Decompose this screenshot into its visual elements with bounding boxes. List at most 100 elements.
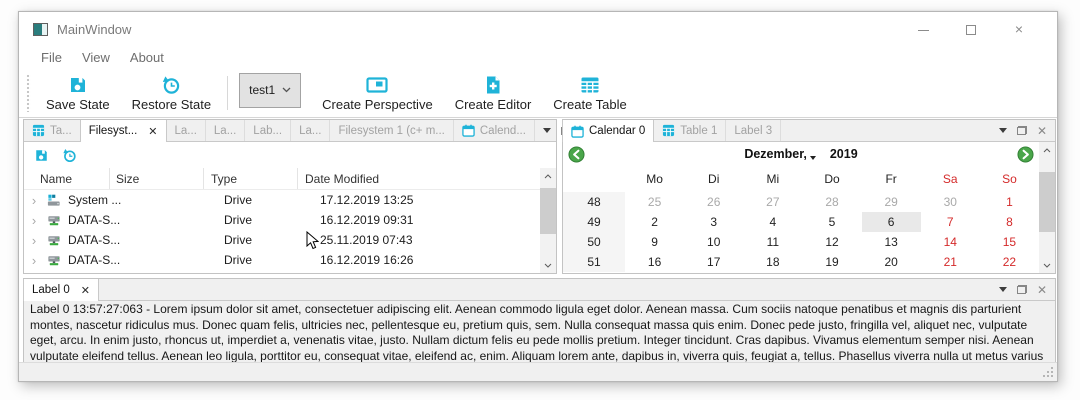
float-icon[interactable]: [1017, 126, 1027, 135]
next-month-icon[interactable]: [1017, 146, 1034, 163]
calendar-day[interactable]: 20: [862, 252, 921, 272]
scroll-up-icon[interactable]: [1039, 142, 1055, 158]
tree-row-system-drive[interactable]: › System ... Drive 17.12.2019 13:25: [24, 190, 540, 210]
calendar-day[interactable]: 8: [980, 212, 1039, 232]
tab-label-4[interactable]: La...: [291, 120, 330, 141]
day-header: Sa: [921, 166, 980, 192]
save-icon[interactable]: [34, 148, 49, 163]
title-bar[interactable]: MainWindow ×: [19, 12, 1057, 46]
create-perspective-button[interactable]: Create Perspective: [311, 73, 444, 114]
calendar-day[interactable]: 12: [802, 232, 861, 252]
calendar-day[interactable]: 5: [802, 212, 861, 232]
tab-close-icon[interactable]: ✕: [148, 125, 157, 138]
tab-label-3[interactable]: Lab...: [245, 120, 291, 141]
restore-state-button[interactable]: Restore State: [121, 73, 223, 114]
calendar-day[interactable]: 4: [743, 212, 802, 232]
year-button[interactable]: 2019: [830, 147, 858, 161]
expander-icon[interactable]: ›: [28, 194, 40, 207]
calendar-day[interactable]: 11: [743, 232, 802, 252]
tab-calendar[interactable]: Calend...: [454, 120, 535, 141]
tab-calendar-0[interactable]: Calendar 0: [563, 120, 654, 142]
calendar-day[interactable]: 30: [921, 192, 980, 212]
tab-menu-icon[interactable]: [543, 128, 551, 133]
menu-file[interactable]: File: [31, 48, 72, 67]
month-button[interactable]: Dezember,: [744, 147, 816, 161]
calendar-day[interactable]: 14: [921, 232, 980, 252]
calendar-day[interactable]: 2: [625, 212, 684, 232]
scroll-thumb[interactable]: [540, 188, 556, 234]
tab-close-icon[interactable]: ✕: [81, 284, 90, 297]
day-header: Do: [802, 166, 861, 192]
calendar-day[interactable]: 10: [684, 232, 743, 252]
tree-row-network-drive[interactable]: › DATA-S... Drive 25.11.2019 07:43: [24, 230, 540, 250]
tab-menu-icon[interactable]: [999, 128, 1007, 133]
tab-table[interactable]: Ta...: [24, 120, 81, 141]
file-name: DATA-S...: [68, 253, 108, 267]
vertical-scrollbar[interactable]: [1039, 142, 1055, 273]
scroll-thumb[interactable]: [1039, 172, 1055, 232]
calendar-day[interactable]: 28: [802, 192, 861, 212]
restore-icon[interactable]: [62, 148, 77, 163]
tab-table-1[interactable]: Table 1: [654, 120, 726, 141]
prev-month-icon[interactable]: [568, 146, 585, 163]
maximize-button[interactable]: [947, 14, 995, 44]
column-size[interactable]: Size: [110, 168, 204, 189]
save-state-button[interactable]: Save State: [35, 73, 121, 114]
menu-view[interactable]: View: [72, 48, 120, 67]
bottom-dock-tabbar: Label 0 ✕ ✕: [24, 279, 1055, 301]
minimize-button[interactable]: [899, 14, 947, 44]
scroll-down-icon[interactable]: [1039, 257, 1055, 273]
expander-icon[interactable]: ›: [28, 234, 40, 247]
tab-label-1[interactable]: La...: [167, 120, 206, 141]
calendar-day[interactable]: 7: [921, 212, 980, 232]
calendar-day[interactable]: 1: [980, 192, 1039, 212]
close-button[interactable]: ×: [995, 14, 1043, 44]
expander-icon[interactable]: ›: [28, 214, 40, 227]
dock-title-buttons: ✕: [991, 279, 1055, 300]
scroll-track[interactable]: [1039, 158, 1055, 257]
float-icon[interactable]: [1017, 285, 1027, 294]
calendar-day-selected[interactable]: 6: [862, 212, 921, 232]
column-name[interactable]: Name: [24, 168, 110, 189]
calendar-day[interactable]: 29: [862, 192, 921, 212]
calendar-day[interactable]: 3: [684, 212, 743, 232]
scroll-down-icon[interactable]: [540, 257, 556, 273]
tab-menu-icon[interactable]: [999, 287, 1007, 292]
tab-label-2[interactable]: La...: [206, 120, 245, 141]
tab-label-3[interactable]: Label 3: [726, 120, 781, 141]
calendar-day[interactable]: 16: [625, 252, 684, 272]
calendar-day[interactable]: 17: [684, 252, 743, 272]
toolbar-drag-handle[interactable]: [26, 74, 31, 112]
calendar-day[interactable]: 26: [684, 192, 743, 212]
column-type[interactable]: Type: [204, 168, 298, 189]
tab-label: Calend...: [480, 125, 526, 137]
calendar-day[interactable]: 25: [625, 192, 684, 212]
calendar-day[interactable]: 21: [921, 252, 980, 272]
scroll-track[interactable]: [540, 184, 556, 257]
expander-icon[interactable]: ›: [28, 254, 40, 267]
calendar-day[interactable]: 22: [980, 252, 1039, 272]
perspective-combobox[interactable]: test1: [239, 73, 301, 108]
create-editor-button[interactable]: Create Editor: [444, 73, 543, 114]
resize-grip-icon[interactable]: [1042, 366, 1054, 378]
calendar-day[interactable]: 15: [980, 232, 1039, 252]
calendar-day[interactable]: 9: [625, 232, 684, 252]
calendar-day[interactable]: 19: [802, 252, 861, 272]
tab-filesystem-1[interactable]: Filesystem 1 (c+ m...: [330, 120, 453, 141]
calendar-day[interactable]: 13: [862, 232, 921, 252]
tab-label-0[interactable]: Label 0 ✕: [24, 279, 99, 301]
calendar-day[interactable]: 18: [743, 252, 802, 272]
calendar-day[interactable]: 27: [743, 192, 802, 212]
create-table-button[interactable]: Create Table: [542, 73, 637, 114]
tree-row-network-drive[interactable]: › DATA-S... Drive 16.12.2019 16:26: [24, 250, 540, 270]
column-date-modified[interactable]: Date Modified: [298, 168, 540, 189]
scroll-up-icon[interactable]: [540, 168, 556, 184]
menu-about[interactable]: About: [120, 48, 174, 67]
dock-close-icon[interactable]: ✕: [1037, 284, 1047, 296]
tree-row-network-drive[interactable]: › DATA-S... Drive 16.12.2019 09:31: [24, 210, 540, 230]
tab-filesystem-active[interactable]: Filesyst... ✕: [81, 120, 167, 142]
dock-close-icon[interactable]: ✕: [1037, 125, 1047, 137]
tree-header: Name Size Type Date Modified: [24, 168, 540, 190]
vertical-scrollbar[interactable]: [540, 168, 556, 273]
restore-state-label: Restore State: [132, 97, 212, 112]
